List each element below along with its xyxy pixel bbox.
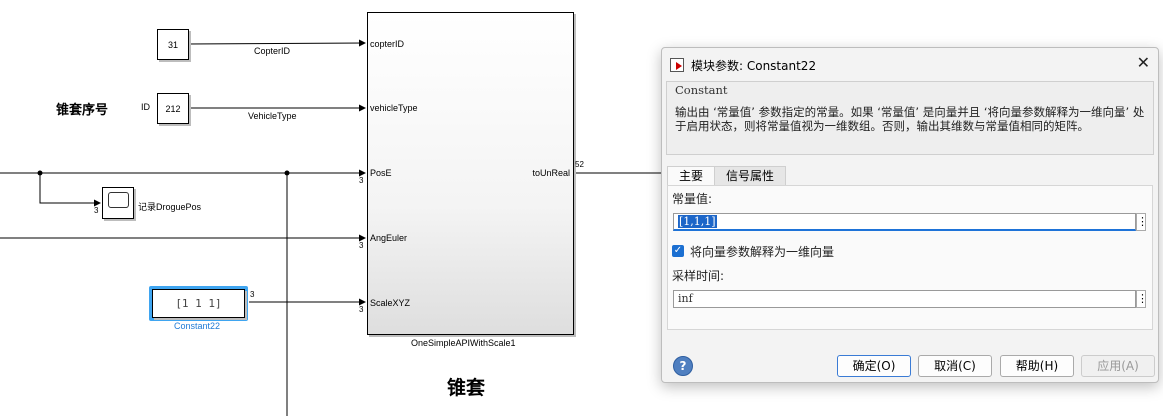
tab-signal-attributes[interactable]: 信号属性 bbox=[714, 166, 787, 185]
drogue-number-label: 锥套序号 bbox=[56, 103, 109, 118]
close-icon[interactable]: ✕ bbox=[1137, 53, 1150, 72]
scope-label: 记录DroguePos bbox=[138, 202, 202, 212]
description-group: Constant 输出由 ‘常量值’ 参数指定的常量。如果 ‘常量值’ 是向量并… bbox=[666, 81, 1154, 155]
sample-time-input[interactable]: inf bbox=[673, 290, 1136, 308]
cancel-button[interactable]: 取消(C) bbox=[918, 355, 992, 377]
ok-button[interactable]: 确定(O) bbox=[837, 355, 911, 377]
block-description: 输出由 ‘常量值’ 参数指定的常量。如果 ‘常量值’ 是向量并且 ‘将向量参数解… bbox=[675, 105, 1145, 133]
constant22-name[interactable]: Constant22 bbox=[174, 321, 220, 331]
output-width: 52 bbox=[575, 160, 584, 169]
sample-time-label: 采样时间: bbox=[672, 269, 725, 283]
constant22-block[interactable]: [1 1 1] bbox=[152, 289, 245, 318]
port-tounreal: toUnReal bbox=[532, 168, 570, 178]
port-pose: PosE bbox=[370, 168, 392, 178]
constant-value-input[interactable]: [1,1,1] bbox=[673, 213, 1136, 231]
subsystem-name: OneSimpleAPIWithScale1 bbox=[411, 338, 516, 348]
help-button[interactable]: 帮助(H) bbox=[1000, 355, 1074, 377]
signal-label-vehicletype: VehicleType bbox=[248, 111, 297, 121]
scalexyz-width: 3 bbox=[359, 305, 364, 314]
vector-1d-checkbox[interactable]: ✓ bbox=[672, 245, 684, 257]
sample-time-menu-icon[interactable]: ⋮ bbox=[1136, 290, 1148, 308]
group-title: Constant bbox=[675, 83, 728, 97]
constant22-port-width: 3 bbox=[250, 290, 255, 299]
help-icon[interactable]: ? bbox=[673, 356, 693, 376]
constant-value-text: [1,1,1] bbox=[678, 215, 717, 228]
port-scalexyz: ScaleXYZ bbox=[370, 298, 411, 308]
scope-port-width: 3 bbox=[94, 206, 99, 215]
port-vehicletype: vehicleType bbox=[370, 103, 418, 113]
port-copterid: copterID bbox=[370, 39, 405, 49]
dialog-title: 模块参数: Constant22 bbox=[691, 58, 817, 73]
main-tab-panel: 常量值: [1,1,1] ⋮ ✓ 将向量参数解释为一维向量 采样时间: inf … bbox=[667, 185, 1153, 330]
signal-label-copterid: CopterID bbox=[254, 46, 291, 56]
angeuler-width: 3 bbox=[359, 241, 364, 250]
port-angeuler: AngEuler bbox=[370, 233, 408, 243]
vector-1d-label[interactable]: 将向量参数解释为一维向量 bbox=[690, 243, 834, 260]
parameter-tabs: 主要 信号属性 bbox=[667, 166, 787, 185]
tab-main[interactable]: 主要 bbox=[667, 166, 716, 185]
simulink-block-icon bbox=[670, 58, 684, 72]
section-title: 锥套 bbox=[447, 377, 486, 399]
scope-icon bbox=[108, 192, 129, 208]
constant-value-menu-icon[interactable]: ⋮ bbox=[1136, 213, 1148, 231]
subsystem-block[interactable]: copterID vehicleType PosE AngEuler Scale… bbox=[367, 12, 574, 335]
apply-button[interactable]: 应用(A) bbox=[1081, 355, 1155, 377]
constant-block-212[interactable]: 212 bbox=[157, 93, 189, 124]
constant-block-31[interactable]: 31 bbox=[157, 29, 189, 60]
dialog-titlebar: 模块参数: Constant22 bbox=[670, 55, 816, 75]
id-label: ID bbox=[141, 102, 150, 112]
block-parameters-dialog: 模块参数: Constant22 ✕ Constant 输出由 ‘常量值’ 参数… bbox=[661, 47, 1159, 383]
pose-width: 3 bbox=[359, 176, 364, 185]
scope-block[interactable] bbox=[102, 187, 134, 219]
constant-value-label: 常量值: bbox=[672, 192, 713, 206]
